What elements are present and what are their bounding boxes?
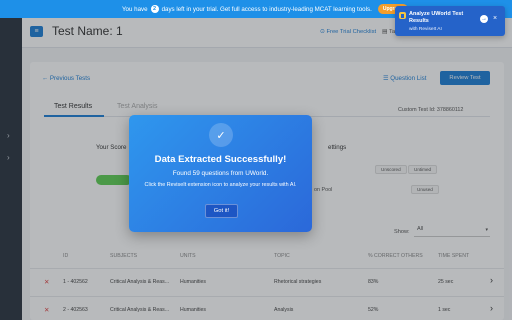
success-modal: ✓ Data Extracted Successfully! Found 59 … xyxy=(129,115,312,232)
arrow-right-icon[interactable]: → xyxy=(480,15,488,23)
close-icon[interactable]: × xyxy=(493,15,497,22)
banner-text-before: You have xyxy=(122,5,148,13)
modal-title: Data Extracted Successfully! xyxy=(154,154,287,165)
check-icon: ✓ xyxy=(209,123,233,147)
modal-instruction: Click the ReviseIt extension icon to ana… xyxy=(144,182,297,188)
modal-message: Found 59 questions from UWorld. xyxy=(172,170,269,177)
reviseit-logo-icon xyxy=(399,12,406,19)
banner-text-after: days left in your trial. Get full access… xyxy=(161,5,372,13)
extension-popup-title: Analyze UWorld Test Results xyxy=(409,11,464,24)
extension-popup[interactable]: Analyze UWorld Test Results with ReviseI… xyxy=(395,6,505,36)
days-left-badge: 2 xyxy=(150,5,159,13)
got-it-button[interactable]: Got it! xyxy=(205,204,238,218)
extension-popup-subtitle: with ReviseIt AI xyxy=(409,27,442,32)
